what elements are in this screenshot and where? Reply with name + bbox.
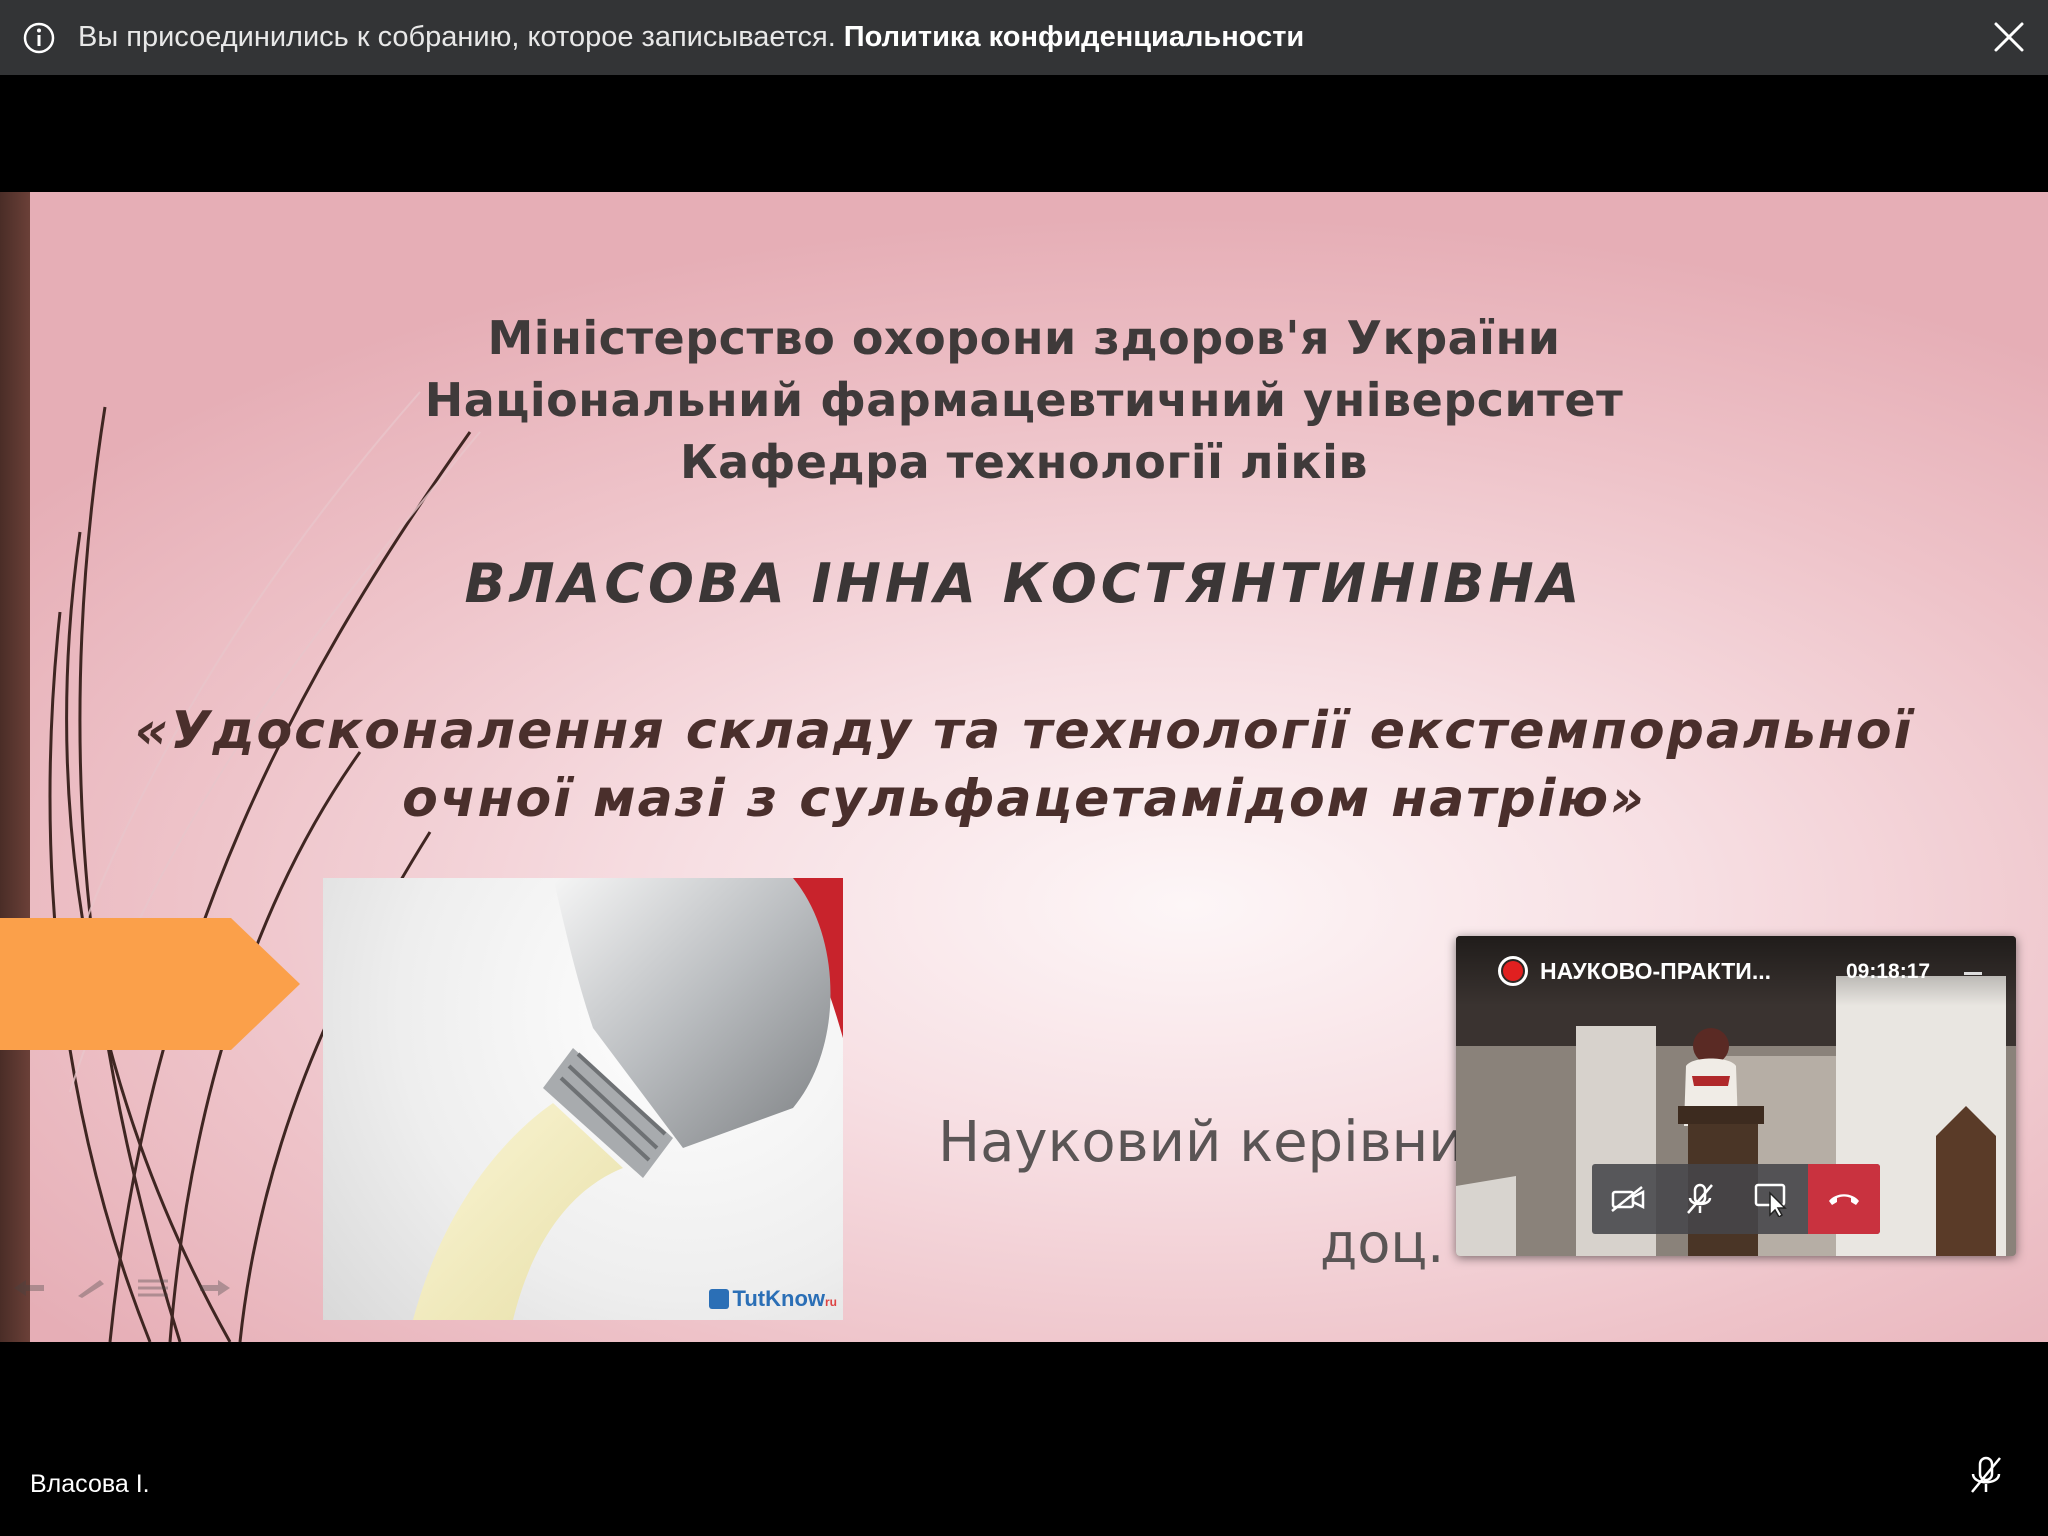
thesis-line: «Удосконалення складу та технології екст… <box>134 701 1914 761</box>
share-screen-button[interactable] <box>1736 1164 1808 1234</box>
mini-call-header: НАУКОВО-ПРАКТИ... <box>1456 936 2016 1006</box>
privacy-policy-link[interactable]: Политика конфиденциальности <box>844 21 1304 54</box>
mic-toggle-button[interactable] <box>1664 1164 1736 1234</box>
info-icon <box>23 22 55 53</box>
next-slide-icon[interactable] <box>198 1278 232 1298</box>
pen-icon[interactable] <box>74 1278 108 1298</box>
image-watermark: TutKnowru <box>708 1286 837 1312</box>
mic-muted-icon <box>1971 1456 2001 1493</box>
supervisor-title: доц. <box>1320 1212 1445 1275</box>
watermark-logo-icon <box>708 1289 729 1309</box>
mini-call-window[interactable]: НАУКОВО-ПРАКТИ... 09:18:17 <box>1456 936 2016 1256</box>
minimize-icon[interactable] <box>1964 972 1982 975</box>
thesis-line: очної мазі з сульфацетамідом натрію» <box>402 769 1646 829</box>
call-controls <box>1592 1164 1880 1234</box>
camera-toggle-button[interactable] <box>1592 1164 1664 1234</box>
recording-message: Вы присоединились к собранию, которое за… <box>78 21 836 53</box>
ointment-tube-image: TutKnowru <box>323 878 843 1320</box>
recording-indicator-icon <box>1498 956 1528 986</box>
hang-up-button[interactable] <box>1808 1164 1880 1234</box>
supervisor-label: Науковий керівни <box>938 1110 1465 1175</box>
org-line: Міністерство охорони здоров'я України <box>487 311 1561 365</box>
org-line: Національний фармацевтичний університет <box>424 373 1624 427</box>
share-screen-icon <box>1754 1183 1787 1217</box>
close-icon[interactable] <box>1990 18 2028 56</box>
participant-name: Власова І. <box>30 1470 150 1498</box>
menu-icon[interactable] <box>136 1278 170 1298</box>
prev-slide-icon[interactable] <box>12 1278 46 1298</box>
slide-nav-icons <box>12 1278 232 1298</box>
hang-up-icon <box>1829 1194 1859 1205</box>
ointment-tube-illustration <box>413 878 843 1320</box>
org-line: Кафедра технології ліків <box>680 435 1368 489</box>
mic-off-icon <box>1687 1183 1713 1214</box>
thesis-title: «Удосконалення складу та технології екст… <box>0 697 2048 833</box>
camera-off-icon <box>1611 1186 1645 1212</box>
recording-banner: Вы присоединились к собранию, которое за… <box>0 0 2048 75</box>
meeting-title: НАУКОВО-ПРАКТИ... <box>1540 957 1771 984</box>
organization-block: Міністерство охорони здоров'я України На… <box>0 307 2048 493</box>
author-name: ВЛАСОВА ІННА КОСТЯНТИНІВНА <box>464 552 1584 615</box>
call-duration: 09:18:17 <box>1846 960 1931 983</box>
